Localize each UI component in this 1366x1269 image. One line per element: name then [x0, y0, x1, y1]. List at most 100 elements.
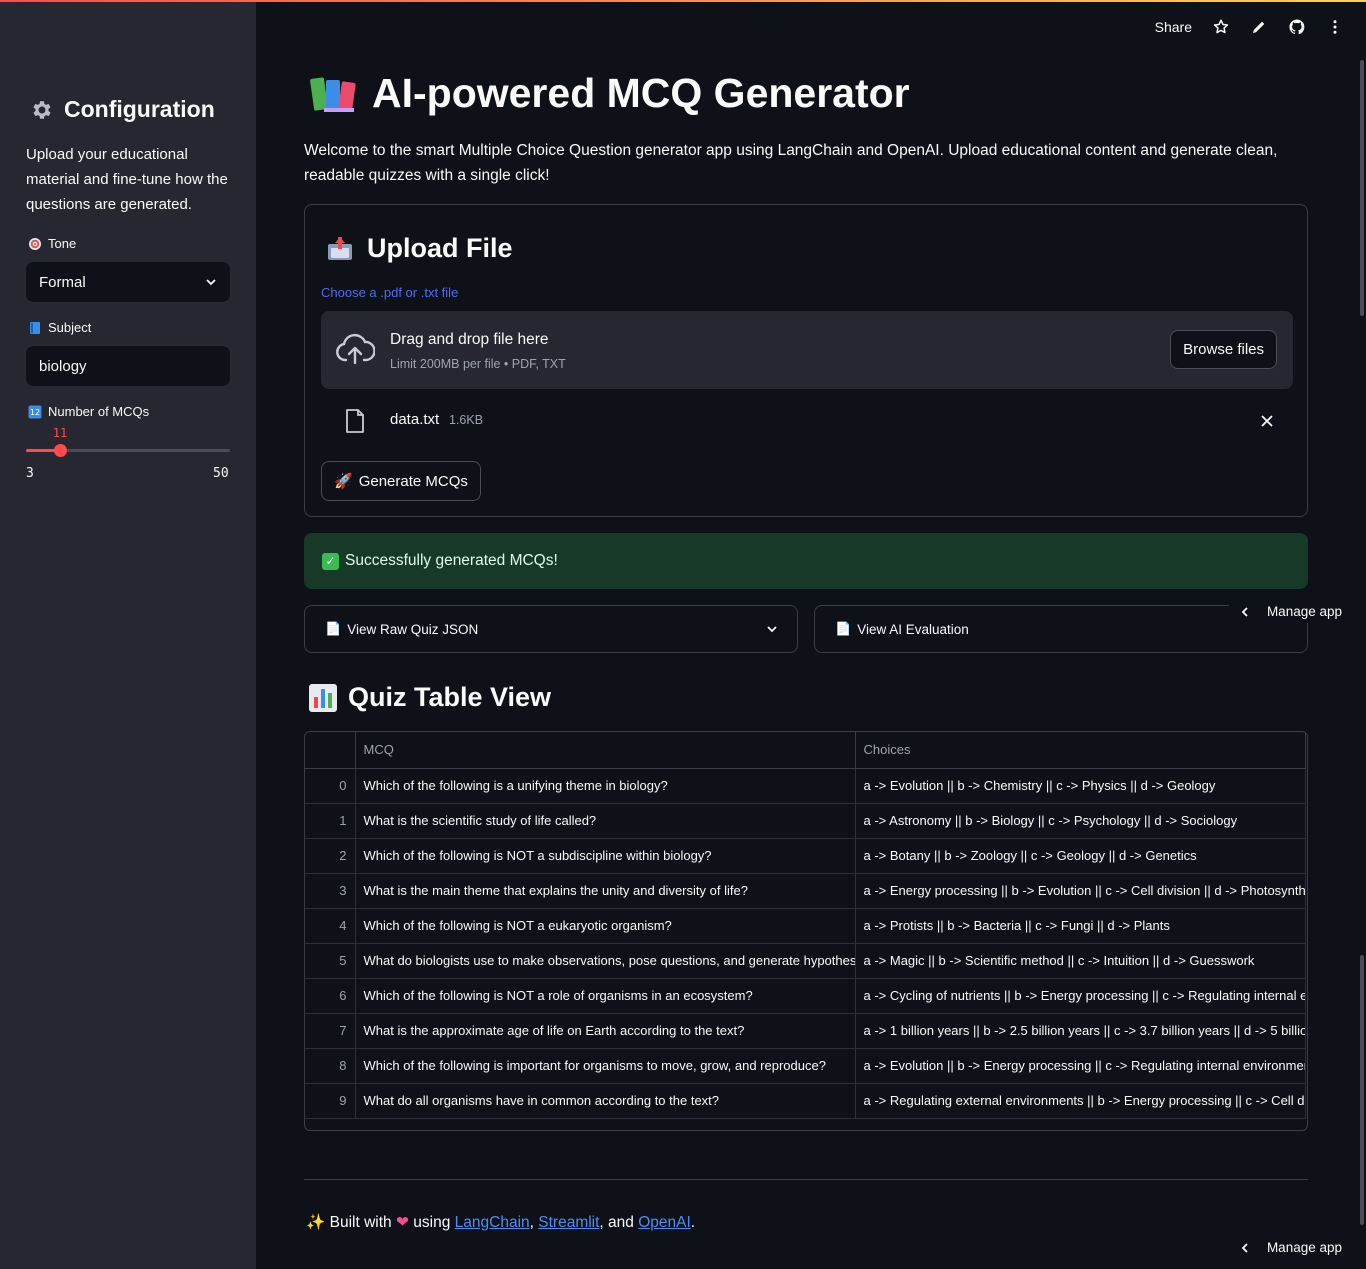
choices-cell[interactable]: a -> Regulating external environments ||… [855, 1083, 1306, 1119]
success-alert: ✓ Successfully generated MCQs! [304, 533, 1308, 589]
sparkles-icon: ✨ [306, 1214, 326, 1231]
footer: ✨ Built with ❤ using LangChain, Streamli… [306, 1214, 696, 1231]
chevron-left-icon [1241, 606, 1248, 617]
column-header-choices[interactable]: Choices [855, 732, 1306, 769]
mcq-cell[interactable]: What is the main theme that explains the… [355, 873, 856, 909]
document-icon: 📄 [325, 621, 342, 636]
upload-title: Upload File [325, 233, 513, 264]
mcq-slider-min: 3 [26, 466, 34, 481]
subject-input[interactable] [26, 346, 230, 386]
uploaded-file-name: data.txt [390, 411, 440, 428]
manage-app-button[interactable]: Manage app [1228, 1236, 1342, 1259]
pencil-icon[interactable] [1250, 18, 1268, 36]
openai-link[interactable]: OpenAI [638, 1214, 691, 1231]
quiz-table-grid: MCQ Choices 0 Which of the following is a… [305, 732, 1306, 1119]
mcq-cell[interactable]: What do biologists use to make observati… [355, 943, 856, 979]
file-icon [346, 409, 364, 433]
header-toolbar: Share [1155, 18, 1344, 36]
choices-cell[interactable]: a -> 1 billion years || b -> 2.5 billion… [855, 1013, 1306, 1049]
mcq-cell[interactable]: Which of the following is important for … [355, 1048, 856, 1084]
mcq-slider-max: 50 [213, 466, 229, 481]
mcq-cell[interactable]: Which of the following is NOT a subdisci… [355, 838, 856, 874]
mcq-slider-handle[interactable] [54, 444, 68, 457]
table-row: 6 Which of the following is NOT a role of… [305, 978, 1306, 1014]
row-index: 7 [305, 1013, 356, 1049]
mcq-cell[interactable]: What is the approximate age of life on E… [355, 1013, 856, 1049]
column-header-index [305, 732, 356, 769]
github-icon[interactable] [1288, 18, 1306, 36]
choices-cell[interactable]: a -> Energy processing || b -> Evolution… [855, 873, 1306, 909]
scrollbar[interactable] [1360, 60, 1364, 316]
choices-cell[interactable]: a -> Evolution || b -> Energy processing… [855, 1048, 1306, 1084]
table-row: 9 What do all organisms have in common ac… [305, 1083, 1306, 1119]
mcq-cell[interactable]: Which of the following is NOT a role of … [355, 978, 856, 1014]
choices-cell[interactable]: a -> Cycling of nutrients || b -> Energy… [855, 978, 1306, 1014]
heart-icon: ❤ [395, 1214, 409, 1231]
langchain-link[interactable]: LangChain [455, 1214, 530, 1231]
share-button[interactable]: Share [1155, 19, 1192, 35]
row-index: 3 [305, 873, 356, 909]
row-index: 5 [305, 943, 356, 979]
scrollbar[interactable] [1360, 955, 1364, 1225]
table-row: 2 Which of the following is NOT a subdisc… [305, 838, 1306, 874]
sidebar-title: Configuration [30, 96, 215, 123]
row-index: 2 [305, 838, 356, 874]
choices-cell[interactable]: a -> Protists || b -> Bacteria || c -> F… [855, 908, 1306, 944]
close-icon[interactable] [1259, 413, 1275, 429]
more-vertical-icon[interactable] [1326, 18, 1344, 36]
file-uploader-label: Choose a .pdf or .txt file [321, 285, 459, 300]
file-dropzone[interactable]: Drag and drop file here Limit 200MB per … [321, 311, 1293, 389]
subject-label: Subject [28, 320, 91, 335]
dropzone-limit: Limit 200MB per file • PDF, TXT [390, 357, 566, 371]
mcq-cell[interactable]: What is the scientific study of life cal… [355, 803, 856, 839]
rocket-icon: 🚀 [334, 473, 353, 490]
choices-cell[interactable]: a -> Astronomy || b -> Biology || c -> P… [855, 803, 1306, 839]
mcq-cell[interactable]: Which of the following is a unifying the… [355, 768, 856, 804]
mcq-slider-value: 11 [52, 426, 68, 440]
footer-divider [304, 1179, 1308, 1180]
mcq-count-label: 12 Number of MCQs [28, 404, 150, 419]
column-header-mcq[interactable]: MCQ [355, 732, 856, 769]
row-index: 8 [305, 1048, 356, 1084]
sidebar-description: Upload your educational material and fin… [26, 146, 228, 213]
table-row: 5 What do biologists use to make observat… [305, 943, 1306, 979]
book-icon [30, 321, 40, 334]
generate-mcqs-button[interactable]: 🚀 Generate MCQs [321, 461, 481, 501]
quiz-table-title: Quiz Table View [308, 682, 551, 713]
choices-cell[interactable]: a -> Botany || b -> Zoology || c -> Geol… [855, 838, 1306, 874]
target-icon [29, 237, 41, 250]
upload-card: Upload File Choose a .pdf or .txt file D… [304, 204, 1308, 517]
streamlit-link[interactable]: Streamlit [538, 1214, 599, 1231]
choices-cell[interactable]: a -> Evolution || b -> Chemistry || c ->… [855, 768, 1306, 804]
row-index: 1 [305, 803, 356, 839]
books-icon [310, 76, 356, 112]
intro-text: Welcome to the smart Multiple Choice Que… [304, 142, 1278, 184]
tone-select[interactable]: Formal [26, 262, 230, 302]
svg-text:12: 12 [30, 408, 40, 417]
table-row: 7 What is the approximate age of life on … [305, 1013, 1306, 1049]
star-icon[interactable] [1212, 18, 1230, 36]
chevron-down-icon [767, 626, 777, 633]
table-row: 4 Which of the following is NOT a eukaryo… [305, 908, 1306, 944]
page-title: AI-powered MCQ Generator [310, 70, 910, 117]
table-row: 1 What is the scientific study of life ca… [305, 803, 1306, 839]
quiz-table[interactable]: MCQ Choices 0 Which of the following is a… [304, 731, 1308, 1131]
choices-cell[interactable]: a -> Magic || b -> Scientific method || … [855, 943, 1306, 979]
chevron-down-icon [206, 279, 216, 286]
row-index: 0 [305, 768, 356, 804]
row-index: 6 [305, 978, 356, 1014]
chevron-left-icon [1241, 1242, 1248, 1253]
dropzone-instruction: Drag and drop file here [390, 331, 549, 348]
mcq-cell[interactable]: What do all organisms have in common acc… [355, 1083, 856, 1119]
table-row: 3 What is the main theme that explains th… [305, 873, 1306, 909]
document-icon: 📄 [835, 621, 852, 636]
browse-files-button[interactable]: Browse files [1170, 330, 1277, 369]
mailbox-icon [328, 236, 352, 260]
tone-label: Tone [28, 236, 76, 251]
raw-json-expander[interactable]: 📄 View Raw Quiz JSON [304, 605, 798, 653]
manage-app-button[interactable]: Manage app [1228, 600, 1342, 623]
gear-icon [33, 100, 51, 119]
bar-chart-icon [309, 683, 337, 712]
row-index: 9 [305, 1083, 356, 1119]
mcq-cell[interactable]: Which of the following is NOT a eukaryot… [355, 908, 856, 944]
